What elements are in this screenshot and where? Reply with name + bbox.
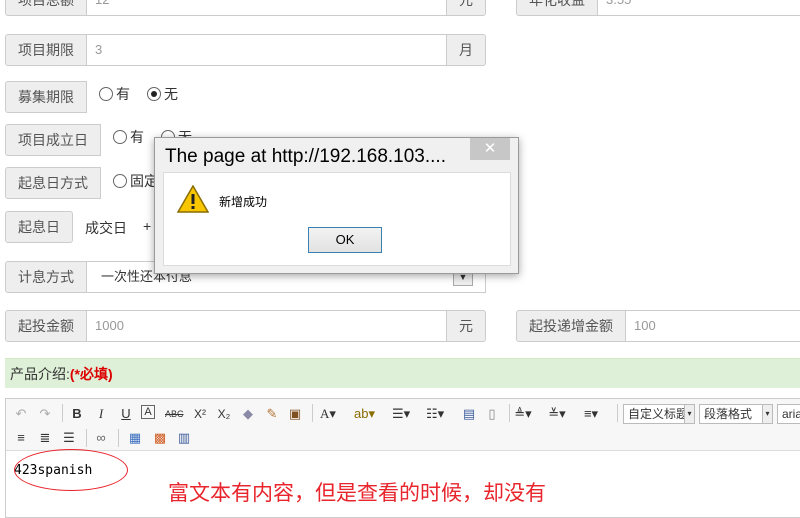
toolbar-divider — [617, 404, 618, 422]
radio-icon[interactable] — [113, 174, 127, 188]
interest-start-mode-label: 起息日方式 — [5, 167, 101, 199]
justify-icon[interactable]: ☰ — [60, 429, 78, 447]
redo-icon[interactable]: ↷ — [36, 405, 54, 423]
radio-icon[interactable] — [113, 130, 127, 144]
custom-title-select[interactable]: 自定义标题 ▾ — [623, 404, 695, 424]
line-height-icon[interactable]: ≡▾ — [582, 405, 600, 423]
align-center-icon[interactable]: ≣ — [36, 429, 54, 447]
radio-label: 有 — [130, 129, 144, 145]
video-icon[interactable]: ▥ — [175, 429, 193, 447]
required-marker: (*必填) — [69, 366, 113, 382]
ordered-list-icon[interactable]: ☰▾ — [392, 405, 410, 423]
warning-icon — [177, 185, 209, 213]
min-invest-input[interactable]: 1000 — [86, 310, 447, 342]
interest-start-label: 起息日 — [5, 211, 73, 243]
annotation-note: 富文本有内容，但是查看的时候，却没有 — [168, 481, 546, 505]
toolbar-divider — [312, 404, 313, 422]
italic-icon[interactable]: I — [92, 405, 110, 423]
image-icon[interactable]: ▩ — [151, 429, 169, 447]
close-icon[interactable]: ✕ — [470, 138, 510, 160]
dialog-title: The page at http://192.168.103.... — [165, 146, 446, 167]
dialog-body: 新增成功 OK — [163, 172, 511, 266]
radio-label: 有 — [116, 86, 130, 102]
yield-label: 年化收益 — [516, 0, 598, 16]
format-painter-icon[interactable]: ✎ — [263, 405, 281, 423]
paragraph-format-value: 段落格式 — [704, 407, 753, 421]
product-intro-header: 产品介绍:(*必填) — [5, 358, 800, 388]
established-yes[interactable]: 有 — [113, 127, 144, 147]
min-invest-label: 起投金额 — [5, 310, 87, 342]
content-highlight-circle — [14, 449, 128, 491]
highlight-icon[interactable]: ab▾ — [354, 405, 375, 423]
paste-text-icon[interactable]: ▣ — [286, 405, 304, 423]
link-icon[interactable]: ∞ — [92, 429, 110, 447]
radio-icon[interactable] — [99, 87, 113, 101]
term-unit: 月 — [446, 34, 486, 66]
undo-icon[interactable]: ↶ — [12, 405, 30, 423]
strikethrough-icon[interactable]: ABC — [165, 405, 184, 423]
yield-input[interactable]: 3.55 — [597, 0, 800, 16]
row-spacing-bottom-icon[interactable]: ≚▾ — [548, 405, 566, 423]
increment-label: 起投递增金额 — [516, 310, 626, 342]
raise-period-yes[interactable]: 有 — [99, 84, 130, 104]
toolbar-divider — [62, 404, 63, 422]
eraser-icon[interactable]: ◆ — [239, 405, 257, 423]
dialog-message: 新增成功 — [219, 195, 268, 209]
editor-toolbar: ↶ ↷ B I U A ABC X² X₂ ◆ ✎ ▣ A▾ ab▾ ☰▾ ☷▾… — [6, 399, 800, 451]
toolbar-divider — [509, 404, 510, 422]
section-title: 产品介绍: — [10, 366, 70, 382]
paragraph-format-select[interactable]: 段落格式 ▾ — [699, 404, 773, 424]
custom-title-value: 自定义标题 — [628, 407, 689, 421]
radio-checked-icon[interactable] — [147, 87, 161, 101]
term-label: 项目期限 — [5, 34, 87, 66]
table-icon[interactable]: ▦ — [126, 429, 144, 447]
raise-period-no[interactable]: 无 — [147, 84, 178, 104]
unordered-list-icon[interactable]: ☷▾ — [426, 405, 444, 423]
established-label: 项目成立日 — [5, 124, 101, 156]
chevron-down-icon: ▾ — [684, 405, 694, 423]
row-spacing-top-icon[interactable]: ≜▾ — [514, 405, 532, 423]
interest-method-label: 计息方式 — [5, 261, 87, 293]
font-family-select[interactable]: aria — [777, 404, 800, 424]
font-color-icon[interactable]: A▾ — [319, 405, 337, 423]
subscript-icon[interactable]: X₂ — [215, 405, 233, 423]
clear-doc-icon[interactable]: ▯ — [483, 405, 501, 423]
total-input[interactable]: 12 — [86, 0, 447, 16]
total-label: 项目总额 — [5, 0, 87, 16]
chevron-down-icon: ▾ — [762, 405, 772, 423]
toolbar-divider — [86, 429, 87, 447]
select-all-icon[interactable]: ▤ — [460, 405, 478, 423]
radio-label: 无 — [164, 86, 178, 102]
ok-button[interactable]: OK — [308, 227, 382, 253]
term-input[interactable]: 3 — [86, 34, 447, 66]
font-border-icon[interactable]: A — [141, 405, 155, 419]
font-family-value: aria — [782, 407, 800, 421]
superscript-icon[interactable]: X² — [191, 405, 209, 423]
underline-icon[interactable]: U — [117, 405, 135, 423]
raise-period-label: 募集期限 — [5, 81, 87, 113]
total-unit: 元 — [446, 0, 486, 16]
align-left-icon[interactable]: ≡ — [12, 429, 30, 447]
alert-dialog: The page at http://192.168.103.... ✕ 新增成… — [154, 137, 519, 274]
bold-icon[interactable]: B — [68, 405, 86, 423]
interest-start-value: 成交日 — [85, 220, 127, 236]
toolbar-divider — [118, 429, 119, 447]
min-invest-unit: 元 — [446, 310, 486, 342]
interest-start-plus: + — [143, 218, 152, 234]
interest-start-fixed[interactable]: 固定 — [113, 171, 158, 191]
increment-input[interactable]: 100 — [625, 310, 800, 342]
